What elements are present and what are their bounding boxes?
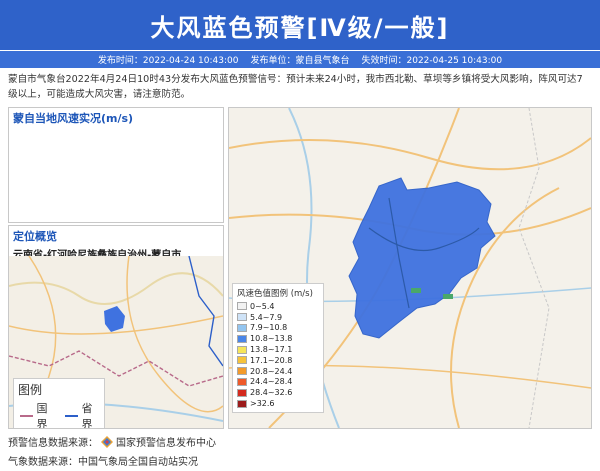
weather-source-line: 气象数据来源：中国气象局全国自动站实况 xyxy=(8,457,198,468)
wind-legend-swatch xyxy=(237,356,247,365)
wind-legend-label: 17.1~20.8 xyxy=(250,355,293,365)
wind-legend-item: 5.4~7.9 xyxy=(237,312,319,323)
wind-legend-item: 0~5.4 xyxy=(237,301,319,312)
wind-legend-label: 10.8~13.8 xyxy=(250,334,293,344)
wind-observation-panel: 蒙自当地风速实况(m/s) xyxy=(8,107,224,223)
wind-legend-item: 20.8~24.4 xyxy=(237,366,319,377)
warning-source-line: 预警信息数据来源： 国家预警信息发布中心 xyxy=(8,434,216,449)
warning-meta-bar: 发布时间：2022-04-24 10:43:00 发布单位：蒙自县气象台 失效时… xyxy=(0,51,600,68)
wind-speed-legend: 风速色值图例 (m/s) 0~5.4 5.4~7.9 7.9~10.8 10.8~13… xyxy=(232,283,324,413)
wind-legend-label: 28.4~32.6 xyxy=(250,388,293,398)
wind-legend-label: >32.6 xyxy=(250,399,275,409)
wind-legend-swatch xyxy=(237,323,247,332)
publish-time: 发布时间：2022-04-24 10:43:00 xyxy=(97,56,239,66)
wind-legend-item: 10.8~13.8 xyxy=(237,333,319,344)
provincial-border-swatch xyxy=(65,415,79,417)
wind-legend-swatch xyxy=(237,345,247,354)
warning-title: 大风蓝色预警[Ⅳ级/一般] xyxy=(150,13,450,42)
wind-legend-label: 7.9~10.8 xyxy=(250,323,288,333)
wind-legend-item: >32.6 xyxy=(237,398,319,409)
wind-legend-swatch xyxy=(237,367,247,376)
wind-legend-label: 0~5.4 xyxy=(250,301,275,311)
wind-legend-item: 28.4~32.6 xyxy=(237,387,319,398)
wind-legend-item: 7.9~10.8 xyxy=(237,323,319,334)
map-legend: 图例 国界 省界 xyxy=(13,378,105,428)
wind-legend-swatch xyxy=(237,302,247,311)
warning-description: 蒙自市气象台2022年4月24日10时43分发布大风蓝色预警信号：预计未来24小… xyxy=(8,74,583,100)
wind-legend-swatch xyxy=(237,313,247,322)
wind-legend-item: 24.4~28.4 xyxy=(237,377,319,388)
wind-legend-swatch xyxy=(237,377,247,386)
wind-legend-label: 20.8~24.4 xyxy=(250,366,293,376)
legend-item-national-border: 国界 xyxy=(18,400,55,428)
wind-legend-item: 13.8~17.1 xyxy=(237,344,319,355)
wind-legend-label: 5.4~7.9 xyxy=(250,312,283,322)
wind-legend-swatch xyxy=(237,399,247,408)
warning-center-logo-icon xyxy=(101,435,113,448)
wind-legend-swatch xyxy=(237,388,247,397)
map-legend-title: 图例 xyxy=(18,383,43,397)
wind-legend-item: 17.1~20.8 xyxy=(237,355,319,366)
expire-time: 失效时间：2022-04-25 10:43:00 xyxy=(361,56,503,66)
warning-banner: 大风蓝色预警[Ⅳ级/一般] xyxy=(0,0,600,50)
location-panel-title: 定位概览 xyxy=(13,230,57,243)
legend-item-provincial-border: 省界 xyxy=(63,400,100,428)
wind-legend-label: 13.8~17.1 xyxy=(250,345,293,355)
wind-panel-title: 蒙自当地风速实况(m/s) xyxy=(13,112,134,125)
wind-legend-title: 风速色值图例 (m/s) xyxy=(237,289,313,299)
publisher: 发布单位：蒙自县气象台 xyxy=(250,56,350,66)
wind-legend-label: 24.4~28.4 xyxy=(250,377,293,387)
wind-legend-swatch xyxy=(237,334,247,343)
national-border-swatch xyxy=(20,415,34,417)
location-overview-panel: 定位概览 云南省-红河哈尼族彝族自治州-蒙自市 图例 国界 省界 xyxy=(8,225,224,429)
warning-source-name: 国家预警信息发布中心 xyxy=(116,438,216,449)
